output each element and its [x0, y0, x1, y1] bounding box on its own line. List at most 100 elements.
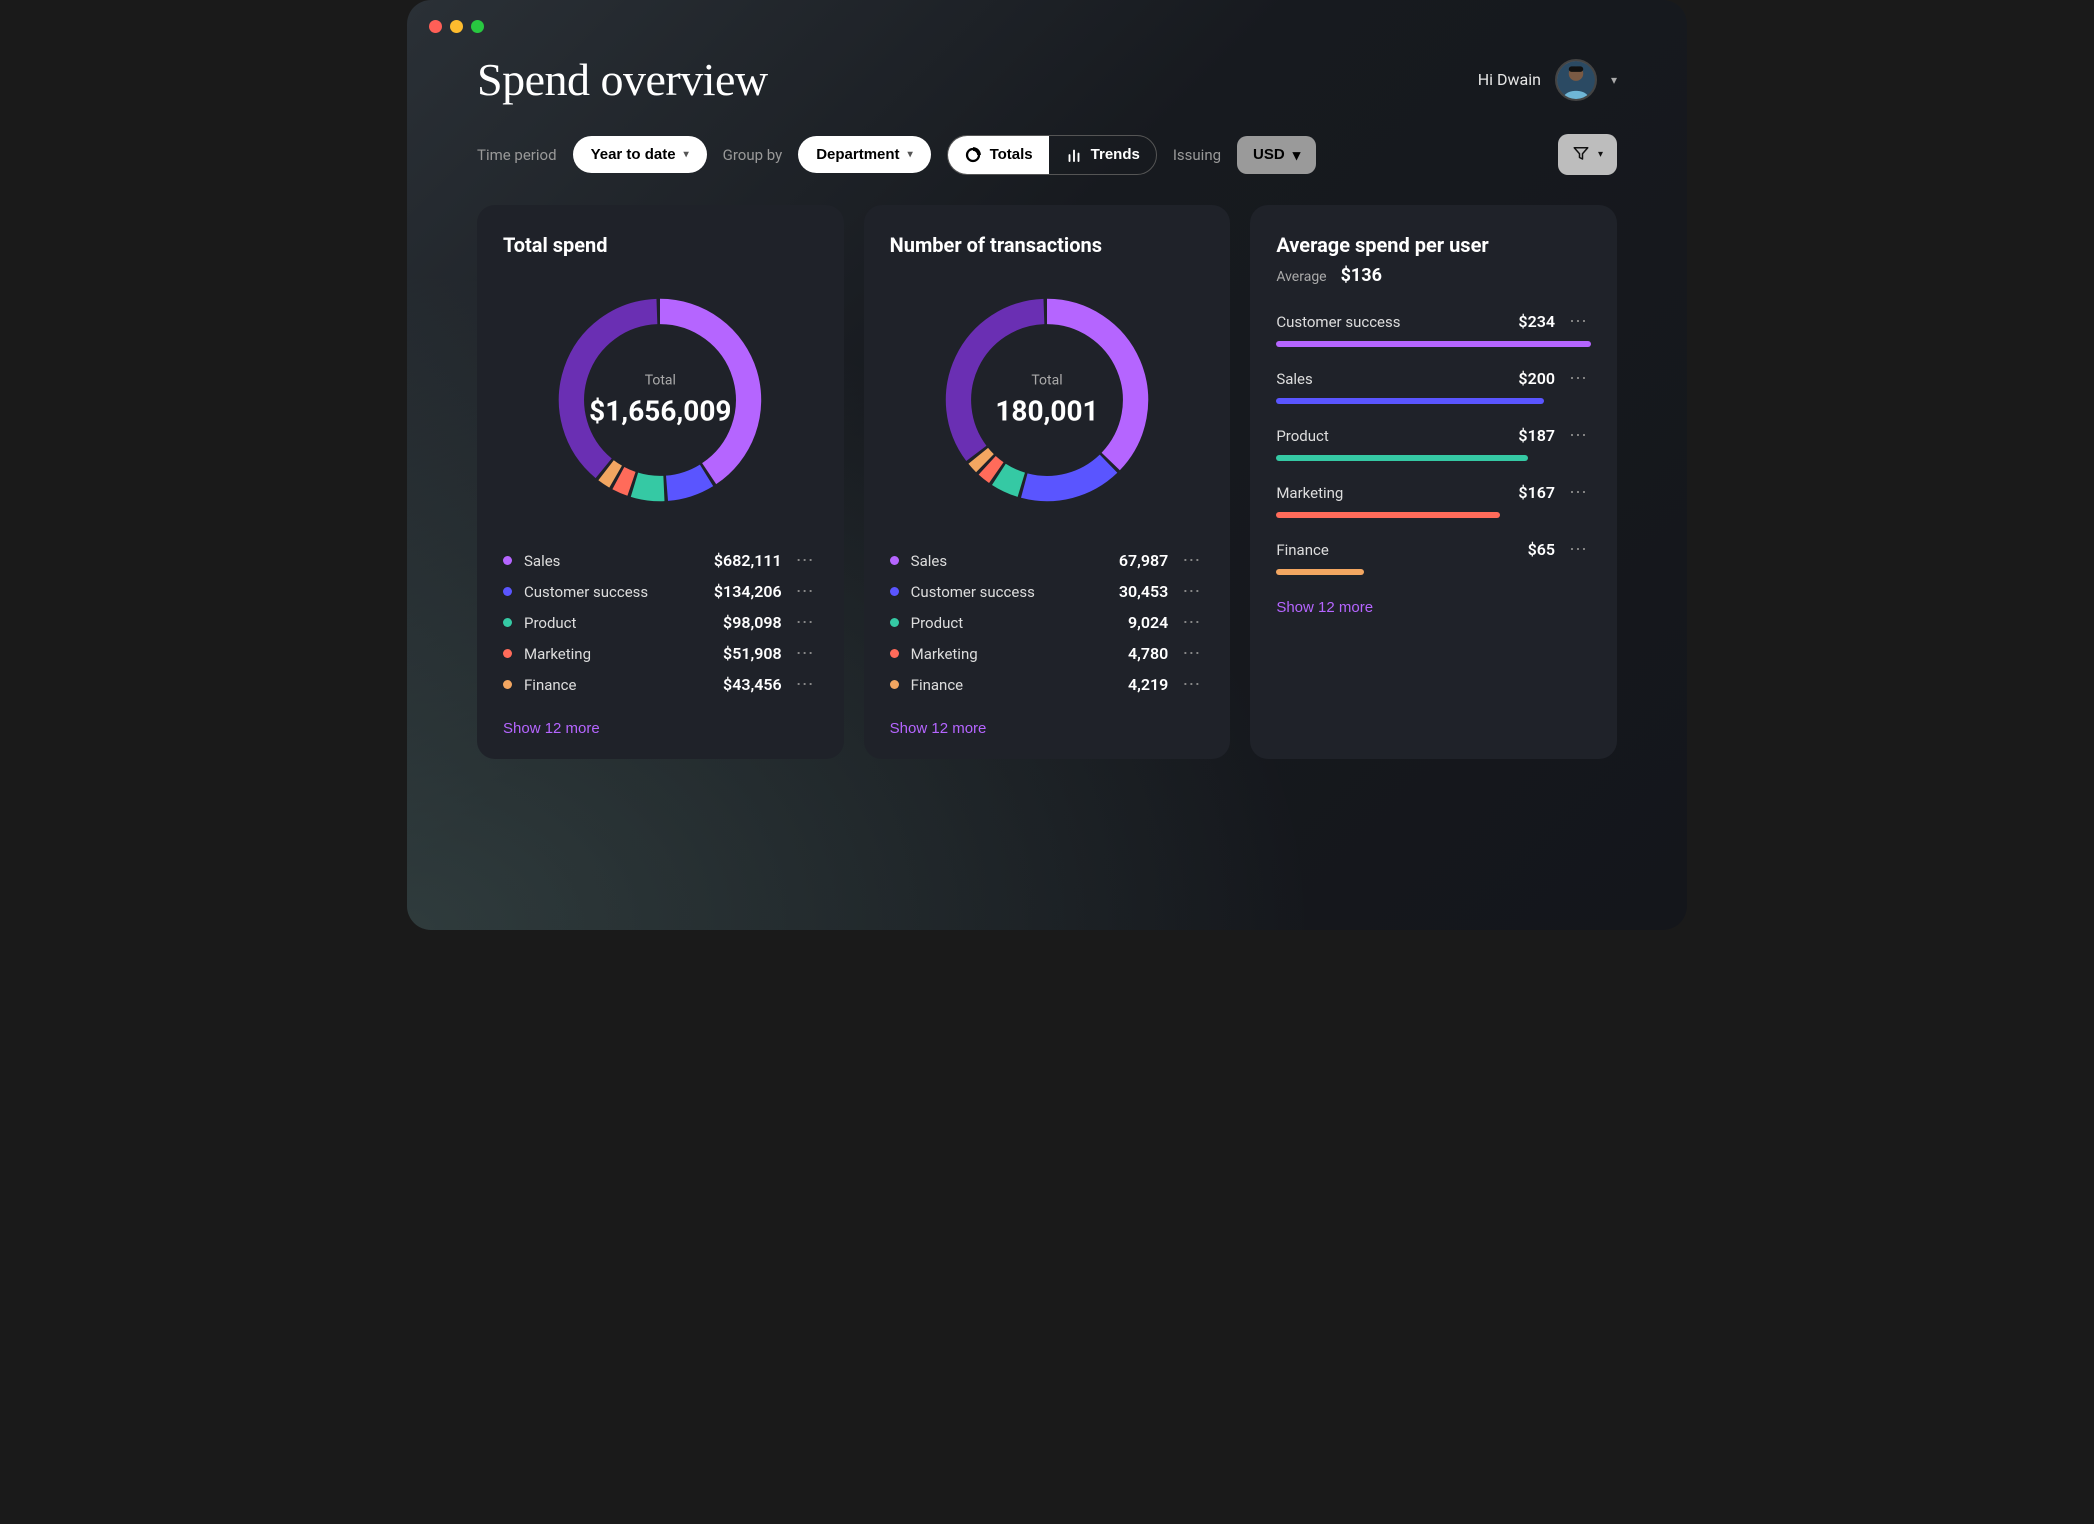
row-menu-icon[interactable]: ⋯ [1180, 676, 1204, 694]
bar-fill [1276, 455, 1528, 461]
show-more-button[interactable]: Show 12 more [1276, 599, 1373, 616]
card-title: Total spend [503, 233, 818, 257]
bar-row: Product$187⋯ [1276, 426, 1591, 461]
legend-row: Customer success 30,453 ⋯ [890, 582, 1205, 601]
average-value: $136 [1341, 265, 1382, 286]
time-period-label: Time period [477, 146, 557, 164]
bar-name: Customer success [1276, 313, 1506, 331]
bar-row: Marketing$167⋯ [1276, 483, 1591, 518]
chevron-down-icon: ▾ [1293, 146, 1301, 164]
bar-name: Finance [1276, 541, 1515, 559]
row-menu-icon[interactable]: ⋯ [1567, 484, 1591, 502]
legend-value: 9,024 [1128, 613, 1168, 632]
legend-row: Marketing4,780⋯ [890, 644, 1205, 663]
chevron-down-icon: ▾ [684, 149, 689, 160]
bar-fill [1276, 398, 1543, 404]
group-by-dropdown[interactable]: Department ▾ [798, 136, 930, 173]
legend-row: Product $98,098 ⋯ [503, 613, 818, 632]
chevron-down-icon: ▾ [1611, 73, 1617, 87]
legend-value: $134,206 [714, 582, 782, 601]
view-totals-label: Totals [990, 146, 1033, 163]
legend-row: Finance4,219⋯ [890, 675, 1205, 694]
legend-row: Customer success$134,206⋯ [503, 582, 818, 601]
maximize-window-dot[interactable] [471, 20, 484, 33]
time-period-value: Year to date [591, 146, 676, 163]
close-window-dot[interactable] [429, 20, 442, 33]
bar-track [1276, 341, 1591, 347]
bar-value: $65 [1528, 540, 1555, 559]
legend-name: Sales [911, 552, 1107, 570]
bar-row: Finance $65 ⋯ [1276, 540, 1591, 575]
legend-dot [503, 618, 512, 627]
row-menu-icon[interactable]: ⋯ [794, 614, 818, 632]
avatar[interactable] [1555, 59, 1597, 101]
row-menu-icon[interactable]: ⋯ [1567, 370, 1591, 388]
view-trends-label: Trends [1091, 146, 1140, 163]
card-title: Average spend per user [1276, 233, 1591, 257]
row-menu-icon[interactable]: ⋯ [1567, 541, 1591, 559]
show-more-button[interactable]: Show 12 more [890, 720, 987, 737]
legend-name: Sales [524, 552, 702, 570]
filter-button[interactable]: ▾ [1558, 134, 1617, 175]
donut-chart-icon [964, 146, 982, 164]
legend-name: Finance [911, 676, 1116, 694]
legend-dot [890, 618, 899, 627]
bar-value: $200 [1518, 369, 1555, 388]
legend-value: $98,098 [723, 613, 782, 632]
row-menu-icon[interactable]: ⋯ [1180, 614, 1204, 632]
bar-fill [1276, 512, 1499, 518]
legend-value: $43,456 [723, 675, 782, 694]
row-menu-icon[interactable]: ⋯ [794, 645, 818, 663]
row-menu-icon[interactable]: ⋯ [794, 552, 818, 570]
legend-name: Customer success [911, 583, 1107, 601]
bar-value: $187 [1518, 426, 1555, 445]
legend-value: 30,453 [1119, 582, 1168, 601]
bar-track [1276, 455, 1591, 461]
page-title: Spend overview [477, 53, 768, 106]
row-menu-icon[interactable]: ⋯ [794, 676, 818, 694]
bar-row: Sales $200 ⋯ [1276, 369, 1591, 404]
legend-name: Finance [524, 676, 711, 694]
legend-dot [503, 556, 512, 565]
row-menu-icon[interactable]: ⋯ [1567, 313, 1591, 331]
legend-name: Marketing [911, 645, 1116, 663]
user-greeting: Hi Dwain [1478, 70, 1541, 89]
legend-dot [503, 587, 512, 596]
donut-center-value: 180,001 [995, 395, 1098, 428]
donut-center-label: Total [995, 373, 1098, 389]
row-menu-icon[interactable]: ⋯ [1180, 583, 1204, 601]
transactions-card: Number of transactions Total 180,001 Sal… [864, 205, 1231, 759]
chevron-down-icon: ▾ [1598, 149, 1603, 160]
legend-dot [890, 680, 899, 689]
legend-value: $682,111 [714, 551, 782, 570]
bar-name: Sales [1276, 370, 1506, 388]
legend-row: Product9,024⋯ [890, 613, 1205, 632]
row-menu-icon[interactable]: ⋯ [1180, 645, 1204, 663]
minimize-window-dot[interactable] [450, 20, 463, 33]
row-menu-icon[interactable]: ⋯ [1180, 552, 1204, 570]
currency-dropdown[interactable]: USD ▾ [1237, 136, 1316, 174]
bar-chart-icon [1065, 146, 1083, 164]
view-toggle: Totals Trends [947, 135, 1157, 175]
user-menu[interactable]: Hi Dwain ▾ [1478, 59, 1617, 101]
view-totals-button[interactable]: Totals [948, 136, 1049, 174]
legend-dot [503, 649, 512, 658]
show-more-button[interactable]: Show 12 more [503, 720, 600, 737]
bar-fill [1276, 341, 1591, 347]
bar-row: Customer success$234⋯ [1276, 312, 1591, 347]
total-spend-card: Total spend Total $1,656,009 Sales$682,1… [477, 205, 844, 759]
chevron-down-icon: ▾ [908, 149, 913, 160]
average-label: Average [1276, 269, 1326, 285]
view-trends-button[interactable]: Trends [1049, 136, 1156, 174]
legend-row: Finance $43,456 ⋯ [503, 675, 818, 694]
legend-dot [890, 587, 899, 596]
bar-name: Marketing [1276, 484, 1506, 502]
group-by-value: Department [816, 146, 899, 163]
donut-center-value: $1,656,009 [589, 395, 731, 428]
row-menu-icon[interactable]: ⋯ [794, 583, 818, 601]
row-menu-icon[interactable]: ⋯ [1567, 427, 1591, 445]
group-by-label: Group by [723, 146, 783, 164]
legend-name: Product [524, 614, 711, 632]
bar-fill [1276, 569, 1364, 575]
time-period-dropdown[interactable]: Year to date ▾ [573, 136, 707, 173]
